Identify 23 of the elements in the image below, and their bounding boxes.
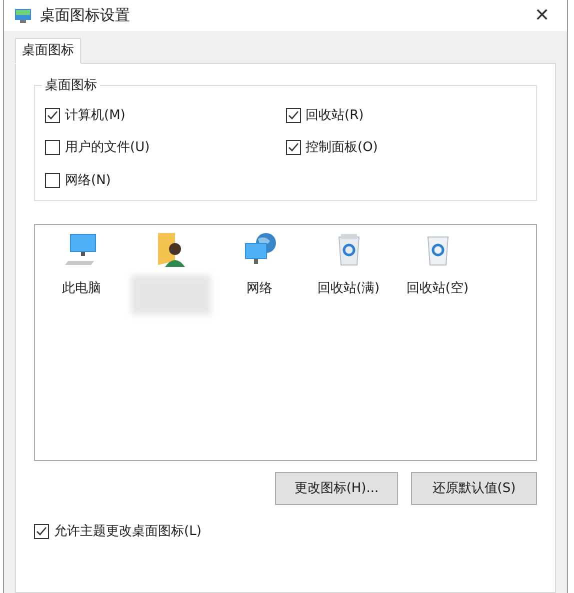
dialog-button[interactable]: 还原默认值(S) [411,472,537,505]
dialog-button[interactable]: 更改图标(H)... [275,472,398,505]
close-button[interactable]: ✕ [527,0,557,30]
checkbox[interactable] [286,108,300,123]
checkbox-label: 用户的文件(U) [65,139,150,157]
checkbox[interactable] [45,108,60,123]
icon-label[interactable]: 网络 [246,279,272,298]
checkbox[interactable] [45,172,60,188]
checkbox-label: 允许主题更改桌面图标(L) [54,523,202,541]
checkbox-label: 计算机(M) [65,106,126,124]
icon-label[interactable]: 回收站(满) [317,279,380,298]
checkbox[interactable] [34,524,49,540]
group-title: 桌面图标 [44,77,98,95]
checkbox-label: 网络(N) [65,172,111,190]
checkbox-label: 控制面板(O) [306,139,378,157]
checkbox-label: 回收站(R) [306,106,364,124]
tab[interactable]: 桌面图标 [15,38,81,64]
monitor-icon [14,6,32,24]
checkbox[interactable] [286,140,300,156]
icon-label[interactable]: 此电脑 [62,279,101,298]
icon-label[interactable]: 回收站(空) [406,279,469,298]
window-title: 桌面图标设置 [40,5,130,26]
checkbox[interactable] [45,140,60,156]
